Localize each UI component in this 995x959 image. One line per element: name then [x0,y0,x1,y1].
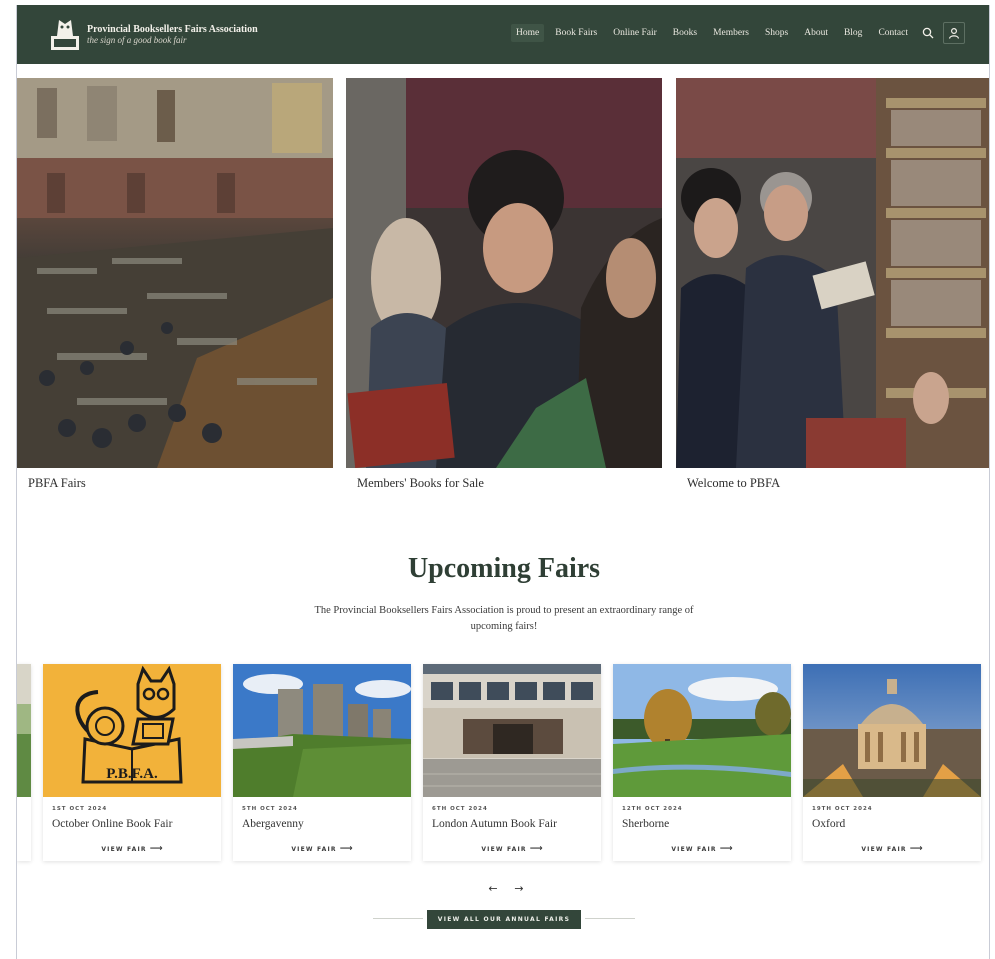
arrow-right-icon: ⟶ [909,844,923,854]
hero-image-browsers [676,78,989,468]
page: Provincial Booksellers Fairs Association… [16,5,990,959]
nav-online-fair[interactable]: Online Fair [608,24,662,42]
view-all-fairs-button[interactable]: VIEW ALL OUR ANNUAL FAIRS [427,910,581,929]
hero-image-fair-hall [17,78,333,468]
hero-caption: Welcome to PBFA [687,476,781,490]
prev-arrow-icon[interactable]: ← [483,881,503,895]
view-fair-label: VIEW FAIR [481,846,527,853]
search-icon [922,27,934,39]
nav-contact[interactable]: Contact [873,24,913,42]
fair-card[interactable]: 5TH OCT 2024 Abergavenny VIEW FAIR ⟶ [233,664,411,861]
hero-tile-members-books[interactable]: Members' Books for Sale [346,78,662,491]
card-image-radcliffe-camera [803,664,981,797]
card-date: 6TH OCT 2024 [432,806,488,812]
search-button[interactable] [917,22,939,44]
account-button[interactable] [943,22,965,44]
view-fair-link[interactable]: VIEW FAIR ⟶ [233,844,411,854]
card-title: Abergavenny [242,818,304,830]
brand-tagline: the sign of a good book fair [87,35,187,46]
view-fair-label: VIEW FAIR [291,846,337,853]
arrow-right-icon: ⟶ [719,844,733,854]
section-title: Upcoming Fairs [407,553,601,584]
hero-caption: PBFA Fairs [28,476,86,490]
fair-card[interactable]: 6TH OCT 2024 London Autumn Book Fair VIE… [423,664,601,861]
next-arrow-icon[interactable]: → [509,881,529,895]
card-date: 19TH OCT 2024 [812,806,873,812]
section-intro: The Provincial Booksellers Fairs Associa… [314,605,694,633]
view-fair-link[interactable]: VIEW FAIR ⟶ [803,844,981,854]
card-title: Sherborne [622,818,670,830]
nav-about[interactable]: About [799,24,833,42]
hero-tile-welcome[interactable]: Welcome to PBFA [676,78,989,491]
site-header: Provincial Booksellers Fairs Association… [17,5,989,64]
fairs-carousel: P.B.F.A. 1ST OCT 2024 October Online Boo… [17,664,989,861]
hero-tiles: PBFA Fairs Members' Books for Sale Welco… [17,78,989,498]
svg-text:P.B.F.A.: P.B.F.A. [106,766,158,782]
view-fair-label: VIEW FAIR [101,846,147,853]
card-title: Oxford [812,818,846,830]
nav-books[interactable]: Books [668,24,702,42]
nav-book-fairs[interactable]: Book Fairs [550,24,602,42]
nav-blog[interactable]: Blog [839,24,867,42]
arrow-right-icon: ⟶ [529,844,543,854]
fair-card[interactable]: 12TH OCT 2024 Sherborne VIEW FAIR ⟶ [613,664,791,861]
hero-tile-fairs[interactable]: PBFA Fairs [17,78,333,491]
card-title: London Autumn Book Fair [432,818,557,830]
arrow-right-icon: ⟶ [339,844,353,854]
carousel-pager: ← → [483,881,535,895]
view-fair-label: VIEW FAIR [861,846,907,853]
arrow-right-icon: ⟶ [149,844,163,854]
fair-card[interactable]: 19TH OCT 2024 Oxford VIEW FAIR ⟶ [803,664,981,861]
card-image-castle [233,664,411,797]
card-date: 12TH OCT 2024 [622,806,683,812]
card-date: 5TH OCT 2024 [242,806,298,812]
nav-home[interactable]: Home [511,24,545,42]
view-fair-link[interactable]: VIEW FAIR ⟶ [43,844,221,854]
user-icon [948,27,960,39]
brand-name: Provincial Booksellers Fairs Association [87,23,258,35]
view-fair-link[interactable]: VIEW FAIR ⟶ [423,844,601,854]
view-fair-link[interactable]: VIEW FAIR ⟶ [613,844,791,854]
brand[interactable]: Provincial Booksellers Fairs Association… [49,16,258,54]
hero-image-reader [346,78,662,468]
card-title: October Online Book Fair [52,818,173,830]
card-partial-previous[interactable] [17,664,31,861]
card-image-pbfa-logo: P.B.F.A. [43,664,221,797]
card-image-hotel [423,664,601,797]
pbfa-logo-icon [51,19,79,50]
main-nav: Home Book Fairs Online Fair Books Member… [505,22,965,44]
divider-left [373,918,423,919]
view-fair-label: VIEW FAIR [671,846,717,853]
nav-shops[interactable]: Shops [760,24,793,42]
fair-card[interactable]: P.B.F.A. 1ST OCT 2024 October Online Boo… [43,664,221,861]
nav-members[interactable]: Members [708,24,754,42]
hero-caption: Members' Books for Sale [357,476,484,490]
card-image-parkland [613,664,791,797]
card-date: 1ST OCT 2024 [52,806,108,812]
divider-right [585,918,635,919]
